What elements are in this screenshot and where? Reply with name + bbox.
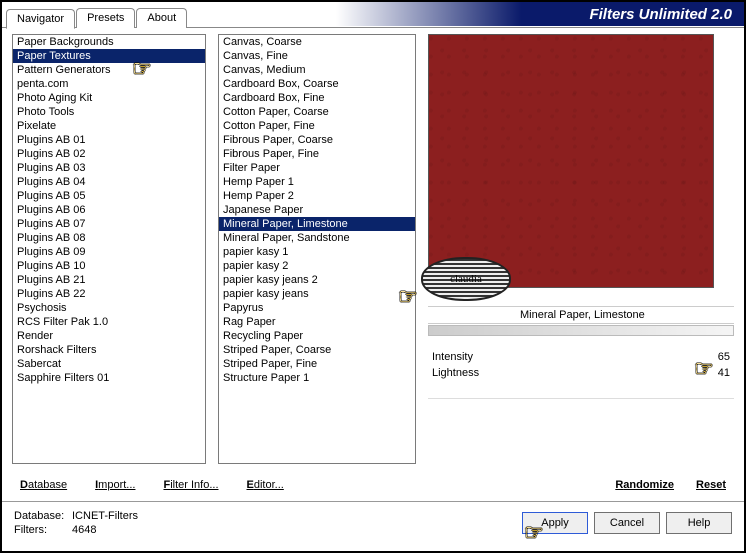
list-item[interactable]: Fibrous Paper, Fine: [219, 147, 415, 161]
list-item[interactable]: Rorshack Filters: [13, 343, 205, 357]
list-item[interactable]: Cardboard Box, Fine: [219, 91, 415, 105]
slider-intensity[interactable]: Intensity 65: [428, 350, 734, 364]
filter-list[interactable]: Canvas, CoarseCanvas, FineCanvas, Medium…: [218, 34, 416, 464]
list-item[interactable]: Filter Paper: [219, 161, 415, 175]
list-item[interactable]: Plugins AB 07: [13, 217, 205, 231]
list-item[interactable]: Mineral Paper, Sandstone: [219, 231, 415, 245]
list-item[interactable]: papier kasy jeans 2: [219, 273, 415, 287]
list-item[interactable]: Striped Paper, Coarse: [219, 343, 415, 357]
tab-navigator[interactable]: Navigator: [6, 9, 75, 29]
list-item[interactable]: Hemp Paper 2: [219, 189, 415, 203]
list-item[interactable]: Canvas, Fine: [219, 49, 415, 63]
footer-buttons: Apply Cancel Help: [522, 512, 732, 534]
list-item[interactable]: Cardboard Box, Coarse: [219, 77, 415, 91]
filters-count-label: Filters:: [14, 523, 72, 537]
right-pane: claudia Mineral Paper, Limestone Intensi…: [428, 34, 734, 471]
list-item[interactable]: Paper Textures: [13, 49, 205, 63]
import-link[interactable]: Import...: [95, 479, 135, 491]
list-item[interactable]: Render: [13, 329, 205, 343]
selected-filter-label: Mineral Paper, Limestone: [428, 306, 734, 324]
list-item[interactable]: Japanese Paper: [219, 203, 415, 217]
list-item[interactable]: Photo Tools: [13, 105, 205, 119]
divider: [428, 398, 734, 399]
reset-link[interactable]: Reset: [696, 479, 726, 491]
list-item[interactable]: Plugins AB 05: [13, 189, 205, 203]
database-link[interactable]: Database: [20, 479, 67, 491]
main-panel: Paper BackgroundsPaper TexturesPattern G…: [2, 27, 744, 471]
footer-info: Database:ICNET-Filters Filters:4648: [14, 509, 138, 537]
list-item[interactable]: Canvas, Medium: [219, 63, 415, 77]
list-item[interactable]: Papyrus: [219, 301, 415, 315]
intensity-label: Intensity: [432, 351, 473, 363]
list-item[interactable]: Rag Paper: [219, 315, 415, 329]
list-item[interactable]: Plugins AB 10: [13, 259, 205, 273]
list-item[interactable]: Plugins AB 04: [13, 175, 205, 189]
tab-about[interactable]: About: [136, 8, 187, 28]
apply-button[interactable]: Apply: [522, 512, 588, 534]
list-item[interactable]: Plugins AB 02: [13, 147, 205, 161]
list-item[interactable]: Fibrous Paper, Coarse: [219, 133, 415, 147]
list-item[interactable]: RCS Filter Pak 1.0: [13, 315, 205, 329]
db-value: ICNET-Filters: [72, 510, 138, 522]
list-item[interactable]: Plugins AB 06: [13, 203, 205, 217]
footer: Database:ICNET-Filters Filters:4648 Appl…: [2, 501, 744, 543]
list-item[interactable]: Hemp Paper 1: [219, 175, 415, 189]
list-item[interactable]: penta.com: [13, 77, 205, 91]
list-item[interactable]: Plugins AB 09: [13, 245, 205, 259]
list-item[interactable]: Plugins AB 03: [13, 161, 205, 175]
list-item[interactable]: papier kasy jeans: [219, 287, 415, 301]
slider-lightness[interactable]: Lightness 41: [428, 366, 734, 380]
filters-count-value: 4648: [72, 524, 96, 536]
category-list[interactable]: Paper BackgroundsPaper TexturesPattern G…: [12, 34, 206, 464]
list-item[interactable]: Plugins AB 01: [13, 133, 205, 147]
list-item[interactable]: Sabercat: [13, 357, 205, 371]
list-item[interactable]: Sapphire Filters 01: [13, 371, 205, 385]
tab-presets[interactable]: Presets: [76, 8, 135, 28]
help-button[interactable]: Help: [666, 512, 732, 534]
list-item[interactable]: Cotton Paper, Coarse: [219, 105, 415, 119]
cancel-button[interactable]: Cancel: [594, 512, 660, 534]
list-item[interactable]: Plugins AB 08: [13, 231, 205, 245]
list-item[interactable]: Canvas, Coarse: [219, 35, 415, 49]
lightness-label: Lightness: [432, 367, 479, 379]
list-item[interactable]: Photo Aging Kit: [13, 91, 205, 105]
list-item[interactable]: Striped Paper, Fine: [219, 357, 415, 371]
list-item[interactable]: Pattern Generators: [13, 63, 205, 77]
list-item[interactable]: Cotton Paper, Fine: [219, 119, 415, 133]
list-item[interactable]: papier kasy 2: [219, 259, 415, 273]
filterinfo-link[interactable]: Filter Info...: [163, 479, 218, 491]
editor-link[interactable]: Editor...: [247, 479, 284, 491]
list-item[interactable]: Paper Backgrounds: [13, 35, 205, 49]
list-item[interactable]: Recycling Paper: [219, 329, 415, 343]
randomize-link[interactable]: Randomize: [615, 479, 674, 491]
watermark: claudia: [421, 257, 511, 301]
tab-bar: Navigator Presets About: [2, 8, 744, 28]
bottom-link-bar: Database Import... Filter Info... Editor…: [2, 471, 744, 495]
list-item[interactable]: Plugins AB 21: [13, 273, 205, 287]
db-label: Database:: [14, 509, 72, 523]
list-item[interactable]: Mineral Paper, Limestone: [219, 217, 415, 231]
sliders: Intensity 65 Lightness 41: [428, 350, 734, 399]
preview-image: claudia: [428, 34, 714, 288]
lightness-value: 41: [718, 367, 730, 379]
intensity-value: 65: [718, 351, 730, 363]
list-item[interactable]: Psychosis: [13, 301, 205, 315]
list-item[interactable]: Plugins AB 22: [13, 287, 205, 301]
list-item[interactable]: Pixelate: [13, 119, 205, 133]
progress-bar: [428, 325, 734, 336]
list-item[interactable]: papier kasy 1: [219, 245, 415, 259]
list-item[interactable]: Structure Paper 1: [219, 371, 415, 385]
